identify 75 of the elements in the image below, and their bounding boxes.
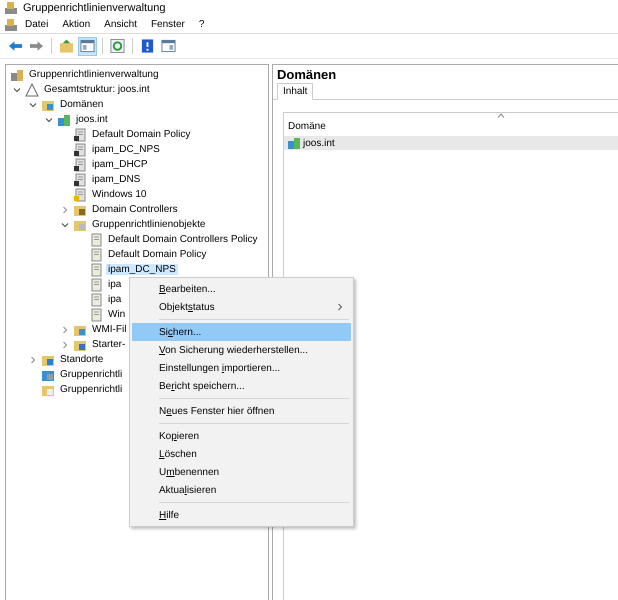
menu-item[interactable]: Ansicht [97,19,144,30]
tree-item[interactable]: ipam_DHCP [90,159,150,170]
document-icon [73,172,87,186]
tree-item[interactable]: Gruppenrichtlinienverwaltung [27,69,161,80]
column-header[interactable]: Domäne [288,121,326,132]
list-row[interactable]: joos.int [284,136,618,150]
document-icon [89,262,103,276]
list-item-label: joos.int [303,138,335,148]
menu-item[interactable]: Datei [18,19,56,30]
chevron-right-icon[interactable] [60,340,70,348]
document-icon [73,142,87,156]
menu-item[interactable]: Kopieren [132,427,351,445]
menu-item[interactable]: Neues Fenster hier öffnen [132,402,351,420]
tree-item[interactable]: Gruppenrichtli [58,369,124,380]
tree-item[interactable]: Gruppenrichtlinienobjekte [90,219,208,230]
chevron-down-icon[interactable] [44,116,54,124]
tree-pane-icon[interactable] [78,36,97,56]
menu-item[interactable]: Bericht speichern... [132,377,351,395]
tree-item[interactable]: WMI-Fil [90,324,128,335]
tree-item[interactable]: Standorte [58,354,106,365]
tree-item[interactable]: ipam_DC_NPS [106,264,178,275]
refresh-icon[interactable] [108,36,127,56]
document-icon [89,308,103,322]
chevron-right-icon[interactable] [60,206,70,214]
menu-item[interactable]: Aktualisieren [132,481,351,499]
chevron-right-icon[interactable] [28,356,38,364]
menu-item[interactable]: Objektstatus [132,298,351,316]
menu-item[interactable]: ? [192,19,212,30]
tree-item[interactable]: Domänen [58,99,106,110]
tree-item[interactable]: ipa [106,294,124,305]
chevron-right-icon [337,303,343,311]
menu-item[interactable]: Sichern... [132,323,351,341]
tree-item[interactable]: Windows 10 [90,189,148,200]
tree-item[interactable]: Default Domain Policy [90,129,192,140]
tree-item[interactable]: Gesamtstruktur: joos.int [42,84,152,95]
tree-item[interactable]: Win [106,309,128,320]
menu-item[interactable]: Von Sicherung wiederherstellen... [132,341,351,359]
menu-item[interactable]: Einstellungen importieren... [132,359,351,377]
document-icon [73,188,87,202]
document-icon [89,232,103,246]
document-icon [89,292,103,306]
console-icon [4,0,18,14]
tree-item[interactable]: ipa [106,279,124,290]
chevron-down-icon[interactable] [12,86,22,94]
sort-caret-icon [497,113,505,118]
tree-item[interactable]: joos.int [74,114,110,125]
chevron-down-icon[interactable] [28,100,38,108]
menu-item[interactable]: Fenster [144,19,192,30]
console-icon[interactable] [4,18,18,32]
building-icon [57,112,71,126]
chevron-down-icon[interactable] [60,220,70,228]
chevron-right-icon[interactable] [60,326,70,334]
tree-item[interactable]: Default Domain Controllers Policy [106,234,260,245]
menu-item[interactable]: Hilfe [132,506,351,524]
document-icon [73,158,87,172]
tree-item[interactable]: Gruppenrichtli [58,384,124,395]
window-title: Gruppenrichtlinienverwaltung [23,2,166,14]
tree-item[interactable]: Starter- [90,339,128,350]
tree-item[interactable]: ipam_DNS [90,174,142,185]
menu-item[interactable]: Löschen [132,445,351,463]
triangle-icon [25,82,39,96]
building-icon [287,136,301,150]
tree-item[interactable]: Domain Controllers [90,204,180,215]
document-icon [89,248,103,262]
tree-item[interactable]: Default Domain Policy [106,249,208,260]
folder-up-icon[interactable] [57,36,76,56]
document-icon [73,128,87,142]
tree-item[interactable]: ipam_DC_NPS [90,144,162,155]
tab[interactable]: Inhalt [277,83,314,100]
panel-title: Domänen [276,66,338,83]
document-icon [89,278,103,292]
menu-item[interactable]: Umbenennen [132,463,351,481]
menu-item[interactable]: Aktion [55,19,98,30]
building-icon [10,68,24,82]
menu-item[interactable]: Bearbeiten... [132,280,351,298]
